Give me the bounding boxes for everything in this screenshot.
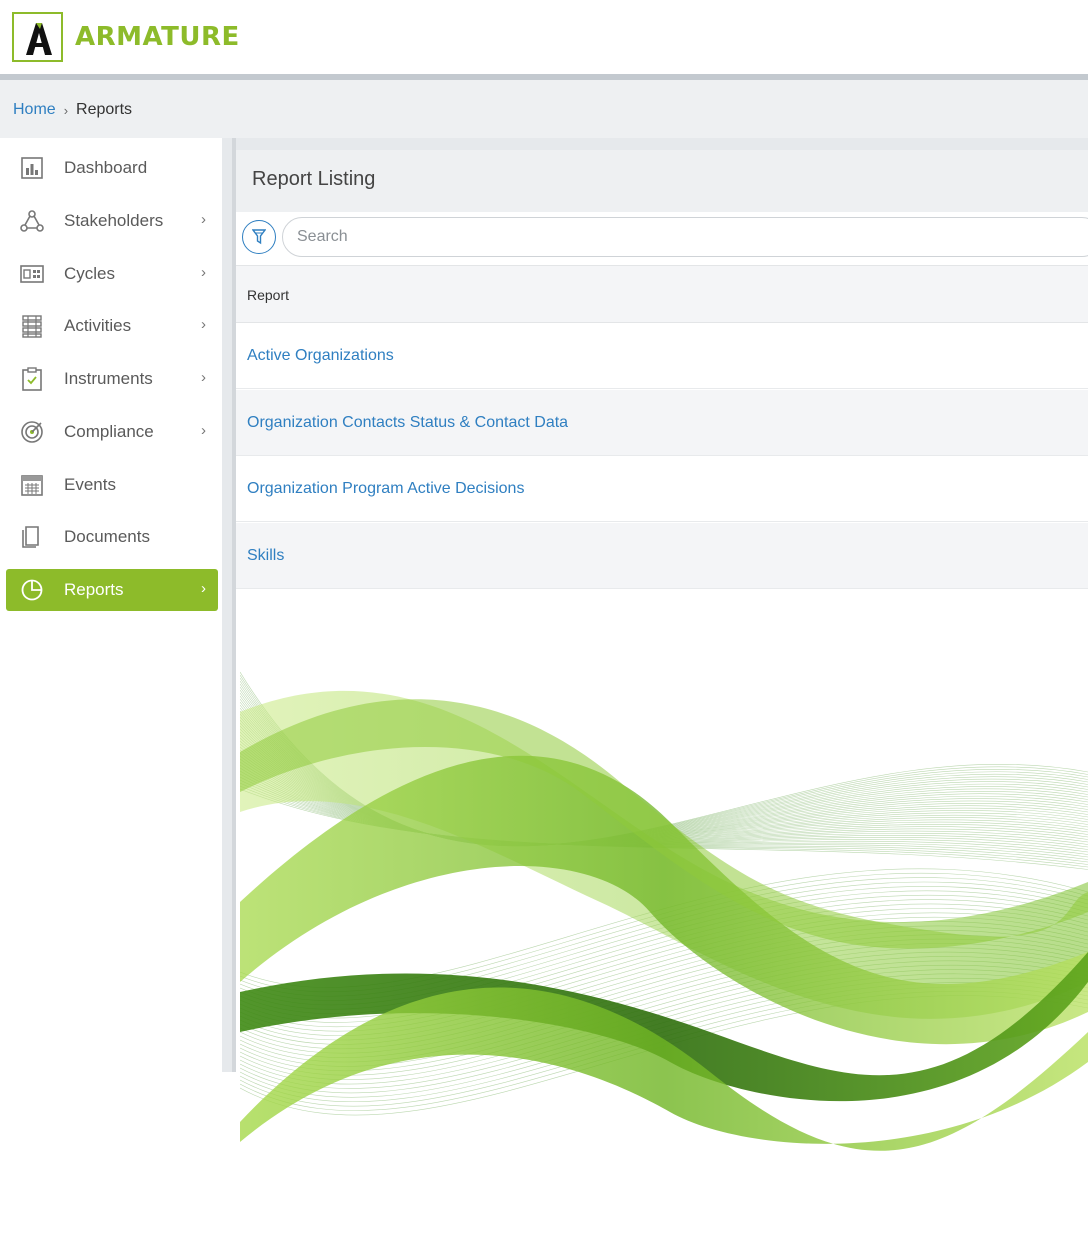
sidebar-item-cycles[interactable]: Cycles › [6, 253, 218, 295]
sidebar-item-label: Dashboard [64, 158, 148, 177]
chevron-right-icon: › [201, 422, 206, 439]
filter-icon [252, 229, 266, 245]
sidebar: Dashboard Stakeholders › Cycles › Activi… [0, 138, 222, 1072]
sidebar-item-events[interactable]: Events [6, 464, 218, 506]
sidebar-item-dashboard[interactable]: Dashboard [6, 147, 218, 189]
content-top-gutter [236, 138, 1088, 150]
sidebar-item-label: Activities [64, 316, 132, 335]
cycles-icon [20, 265, 44, 283]
sidebar-item-instruments[interactable]: Instruments › [6, 358, 218, 400]
breadcrumb: Home › Reports [13, 101, 132, 119]
column-header-report[interactable]: Report [247, 287, 289, 303]
panel-header: Report Listing [236, 150, 1088, 212]
report-listing-panel: Report Listing Report Active Organizatio… [236, 150, 1088, 590]
page-title: Report Listing [252, 168, 376, 190]
report-link[interactable]: Organization Contacts Status & Contact D… [247, 414, 568, 432]
report-link[interactable]: Organization Program Active Decisions [247, 480, 524, 498]
chevron-right-icon: › [201, 264, 206, 281]
search-toolbar [236, 212, 1088, 266]
instruments-icon [22, 367, 42, 391]
app-header: ARMATURE [0, 0, 1088, 74]
sidebar-item-label: Documents [64, 527, 150, 546]
sidebar-item-label: Compliance [64, 422, 154, 441]
activities-icon [22, 315, 42, 338]
table-header: Report [236, 266, 1088, 323]
decorative-wave-image [240, 652, 1088, 1158]
sidebar-item-reports[interactable]: Reports › [6, 569, 218, 611]
brand-name: ARMATURE [75, 22, 240, 52]
armature-logo-icon[interactable] [12, 12, 63, 62]
report-link[interactable]: Skills [247, 547, 284, 565]
breadcrumb-separator-icon: › [63, 102, 69, 118]
events-icon [21, 475, 43, 496]
chevron-right-icon: › [201, 580, 206, 597]
chevron-right-icon: › [201, 316, 206, 333]
search-input[interactable] [282, 217, 1088, 257]
wave-graphic [240, 671, 1088, 1151]
sidebar-item-activities[interactable]: Activities › [6, 305, 218, 347]
sidebar-item-compliance[interactable]: Compliance › [6, 411, 218, 453]
sidebar-divider [222, 138, 236, 1072]
reports-icon [21, 579, 43, 601]
documents-icon [22, 526, 39, 548]
table-row: Skills [236, 523, 1088, 589]
stakeholders-icon [20, 210, 44, 232]
table-row: Organization Program Active Decisions [236, 456, 1088, 522]
sidebar-item-label: Cycles [64, 264, 116, 283]
sidebar-item-documents[interactable]: Documents [6, 516, 218, 558]
table-row: Organization Contacts Status & Contact D… [236, 390, 1088, 456]
chevron-right-icon: › [201, 369, 206, 386]
filter-button[interactable] [242, 220, 276, 254]
compliance-icon [21, 421, 43, 443]
table-row: Active Organizations [236, 323, 1088, 389]
breadcrumb-current: Reports [76, 101, 133, 118]
sidebar-item-label: Instruments [64, 369, 153, 388]
breadcrumb-bar: Home › Reports [0, 80, 1088, 138]
sidebar-item-label: Events [64, 475, 116, 494]
sidebar-item-stakeholders[interactable]: Stakeholders › [6, 200, 218, 242]
chevron-right-icon: › [201, 211, 206, 228]
sidebar-item-label: Reports [64, 580, 124, 599]
breadcrumb-home-link[interactable]: Home [13, 101, 56, 119]
report-link[interactable]: Active Organizations [247, 347, 394, 365]
sidebar-item-label: Stakeholders [64, 211, 164, 230]
dashboard-icon [21, 157, 43, 179]
